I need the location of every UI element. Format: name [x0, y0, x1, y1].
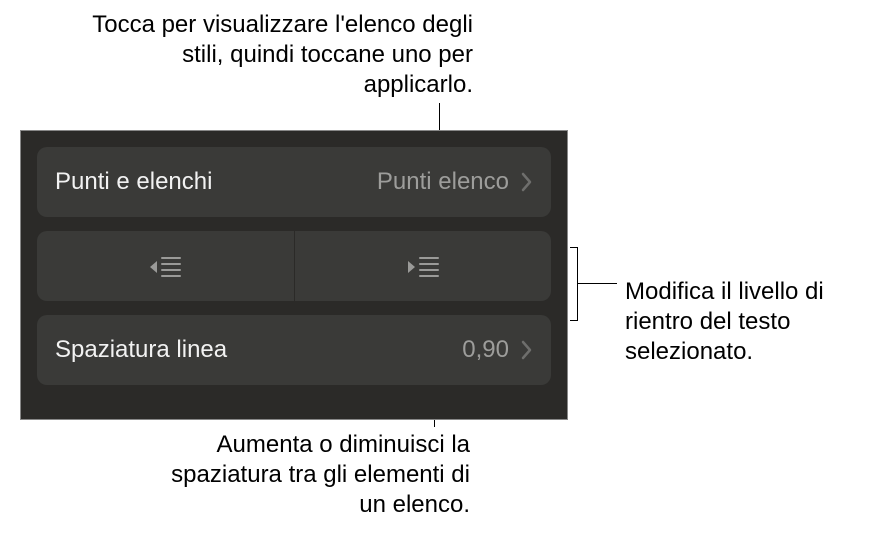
- bullets-and-lists-row[interactable]: Punti e elenchi Punti elenco: [37, 147, 551, 217]
- chevron-right-icon: [521, 172, 533, 192]
- callout-bracket: [570, 320, 578, 321]
- callout-bracket: [577, 247, 578, 320]
- line-spacing-value: 0,90: [462, 336, 509, 364]
- decrease-indent-button[interactable]: [37, 231, 294, 301]
- callout-leader-line: [577, 283, 617, 284]
- decrease-indent-icon: [148, 254, 182, 278]
- callout-line-spacing: Aumenta o diminuisci la spaziatura tra g…: [140, 430, 470, 520]
- callout-indent-level: Modifica il livello di rientro del testo…: [625, 277, 880, 367]
- bullets-and-lists-label: Punti e elenchi: [55, 168, 377, 196]
- chevron-right-icon: [521, 340, 533, 360]
- line-spacing-label: Spaziatura linea: [55, 336, 462, 364]
- indent-controls: [37, 231, 551, 301]
- increase-indent-button[interactable]: [294, 231, 552, 301]
- callout-bracket: [570, 247, 578, 248]
- format-panel: Punti e elenchi Punti elenco: [20, 130, 568, 420]
- line-spacing-row[interactable]: Spaziatura linea 0,90: [37, 315, 551, 385]
- callout-styles-list: Tocca per visualizzare l'elenco degli st…: [73, 10, 473, 100]
- bullets-and-lists-value: Punti elenco: [377, 168, 509, 196]
- increase-indent-icon: [406, 254, 440, 278]
